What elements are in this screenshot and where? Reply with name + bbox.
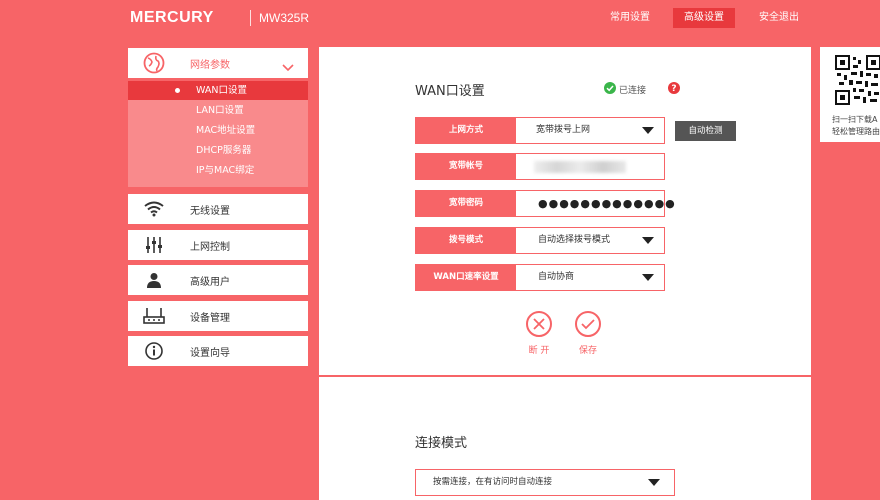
help-icon[interactable]: ? xyxy=(668,82,681,97)
field-value: 自动协商 xyxy=(538,272,575,282)
dropdown-caret-icon xyxy=(648,479,660,486)
submenu-label: IP与MAC绑定 xyxy=(196,165,255,176)
submenu-label: WAN口设置 xyxy=(196,85,247,96)
field-label: 上网方式 xyxy=(416,118,516,143)
globe-icon xyxy=(134,52,174,74)
submenu-wan[interactable]: WAN口设置 xyxy=(128,81,308,100)
sidebar-item-label: 无线设置 xyxy=(190,205,230,217)
sidebar-item-label: 上网控制 xyxy=(190,241,230,253)
wan-speed-select[interactable]: WAN口速率设置 自动协商 xyxy=(415,264,665,291)
router-icon xyxy=(134,307,174,325)
password-input[interactable]: 宽带密码 ●●●●●●●●●●●●● xyxy=(415,190,675,217)
model-name: MW325R xyxy=(259,11,310,25)
submenu-label: LAN口设置 xyxy=(196,105,244,116)
info-icon xyxy=(134,342,174,360)
sidebar-item-label: 高级用户 xyxy=(190,276,230,288)
submenu-lan[interactable]: LAN口设置 xyxy=(128,101,308,120)
active-dot-icon xyxy=(175,88,180,93)
field-label: WAN口速率设置 xyxy=(416,265,516,290)
nav-advanced-settings[interactable]: 高级设置 xyxy=(673,8,735,28)
save-label[interactable]: 保存 xyxy=(568,343,608,356)
sidebar-item-setup-wizard[interactable]: 设置向导 xyxy=(128,336,308,366)
qr-code-icon xyxy=(835,55,880,105)
sidebar-item-label: 设置向导 xyxy=(190,347,230,359)
network-submenu: WAN口设置 LAN口设置 MAC地址设置 DHCP服务器 IP与MAC绑定 xyxy=(128,81,308,187)
dropdown-caret-icon xyxy=(642,274,654,281)
save-button[interactable] xyxy=(575,311,601,337)
nav-logout[interactable]: 安全退出 xyxy=(750,8,808,28)
connection-mode-select[interactable]: 按需连接，在有访问时自动连接 xyxy=(415,469,675,496)
wifi-icon xyxy=(134,201,174,217)
account-input[interactable]: 宽带帐号 xyxy=(415,153,665,180)
submenu-label: DHCP服务器 xyxy=(196,145,252,156)
submenu-mac[interactable]: MAC地址设置 xyxy=(128,121,308,140)
submenu-ip-mac-binding[interactable]: IP与MAC绑定 xyxy=(128,161,308,180)
field-label: 宽带帐号 xyxy=(416,154,516,179)
qr-caption-line1: 扫一扫下载A xyxy=(832,115,878,124)
wan-section-title: WAN口设置 xyxy=(415,84,485,99)
sidebar-item-network[interactable]: 网络参数 xyxy=(128,48,308,78)
qr-panel: 扫一扫下载A 轻松管理路由 xyxy=(820,47,880,142)
check-icon xyxy=(581,315,595,334)
disconnect-button[interactable] xyxy=(526,311,552,337)
connection-mode-title: 连接模式 xyxy=(415,436,468,451)
status-text: 已连接 xyxy=(619,86,647,96)
submenu-label: MAC地址设置 xyxy=(196,125,256,136)
sliders-icon xyxy=(134,236,174,254)
field-label: 拨号模式 xyxy=(416,228,516,253)
disconnect-label[interactable]: 断 开 xyxy=(519,343,559,356)
nav-common-settings[interactable]: 常用设置 xyxy=(601,8,659,28)
svg-text:?: ? xyxy=(671,84,676,94)
brand-logo: MERCURY xyxy=(130,9,214,26)
sidebar-item-wireless[interactable]: 无线设置 xyxy=(128,194,308,224)
header-divider xyxy=(250,10,251,26)
dropdown-caret-icon xyxy=(642,127,654,134)
field-value: 按需连接，在有访问时自动连接 xyxy=(433,477,553,487)
chevron-down-icon xyxy=(282,57,294,76)
auto-detect-button[interactable]: 自动检测 xyxy=(675,121,736,141)
field-value: 宽带拨号上网 xyxy=(536,125,591,135)
internet-mode-select[interactable]: 上网方式 宽带拨号上网 xyxy=(415,117,665,144)
section-divider xyxy=(319,375,811,377)
field-label: 宽带密码 xyxy=(416,191,516,216)
qr-caption-line2: 轻松管理路由 xyxy=(832,127,880,136)
redacted-value xyxy=(534,161,626,173)
sidebar-item-device-management[interactable]: 设备管理 xyxy=(128,301,308,331)
sidebar-item-label: 网络参数 xyxy=(190,59,230,71)
password-value: ●●●●●●●●●●●●● xyxy=(538,197,676,210)
field-value: 自动选择拨号模式 xyxy=(538,235,611,245)
sidebar-item-advanced-user[interactable]: 高级用户 xyxy=(128,265,308,295)
sidebar-item-access-control[interactable]: 上网控制 xyxy=(128,230,308,260)
dial-mode-select[interactable]: 拨号模式 自动选择拨号模式 xyxy=(415,227,665,254)
user-icon xyxy=(134,272,174,288)
submenu-dhcp[interactable]: DHCP服务器 xyxy=(128,141,308,160)
close-icon xyxy=(533,315,545,334)
check-circle-icon xyxy=(604,82,616,97)
connection-status: 已连接 ? xyxy=(604,82,681,97)
sidebar-item-label: 设备管理 xyxy=(190,312,230,324)
dropdown-caret-icon xyxy=(642,237,654,244)
